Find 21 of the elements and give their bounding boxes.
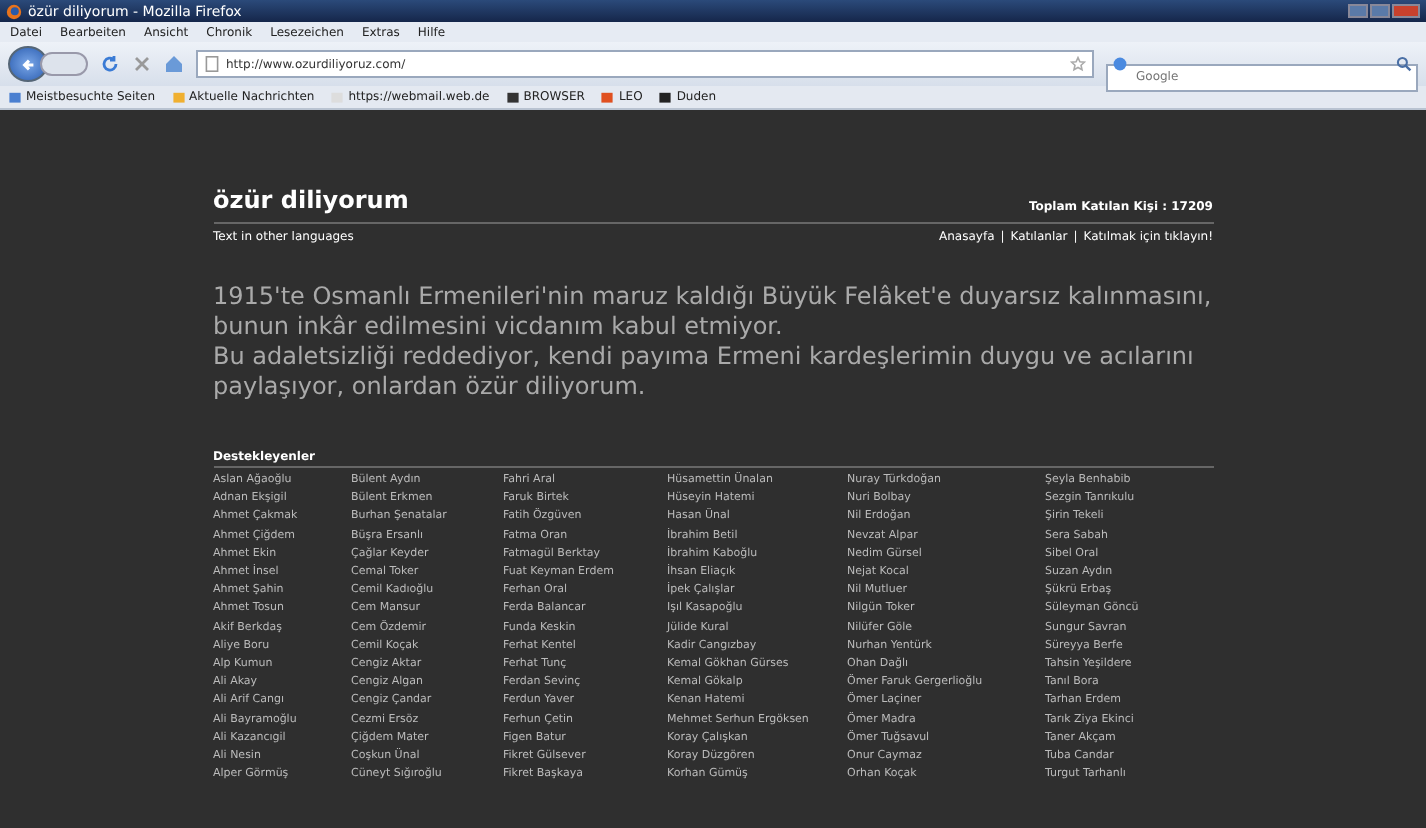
maximize-button[interactable] bbox=[1370, 4, 1390, 18]
home-icon[interactable] bbox=[164, 54, 184, 74]
site-title: özür diliyorum bbox=[213, 186, 409, 214]
star-icon[interactable] bbox=[1070, 56, 1086, 72]
minimize-button[interactable] bbox=[1348, 4, 1368, 18]
browser-logo-icon bbox=[6, 3, 22, 19]
search-icon[interactable] bbox=[1396, 56, 1412, 72]
stop-icon[interactable] bbox=[132, 54, 152, 74]
folder-icon bbox=[171, 90, 186, 104]
back-button[interactable] bbox=[8, 46, 48, 82]
bookmark-icon bbox=[658, 90, 673, 104]
statement-paragraph: Bu adaletsizliği reddediyor, kendi payıma Ermeni kardeşlerimin duygu ve acılarını paylaşıyor, onlardan özür diliyorum. bbox=[213, 342, 1196, 402]
reload-icon[interactable] bbox=[100, 54, 120, 74]
close-button[interactable] bbox=[1392, 4, 1420, 18]
statement-paragraph: 1915'te Osmanlı Ermenileri'nin maruz kaldığı Büyük Felâket'e duyarsız kalınmasını, bunun inkâr edilmesini vicdanım kabul etmiyor. bbox=[213, 282, 1213, 342]
bookmark-icon bbox=[505, 90, 520, 104]
page-icon bbox=[204, 56, 220, 72]
bookmark-icon bbox=[8, 90, 22, 104]
forward-button[interactable] bbox=[40, 52, 88, 76]
bookmark-icon bbox=[600, 90, 615, 104]
search-engine-icon bbox=[1112, 56, 1128, 72]
